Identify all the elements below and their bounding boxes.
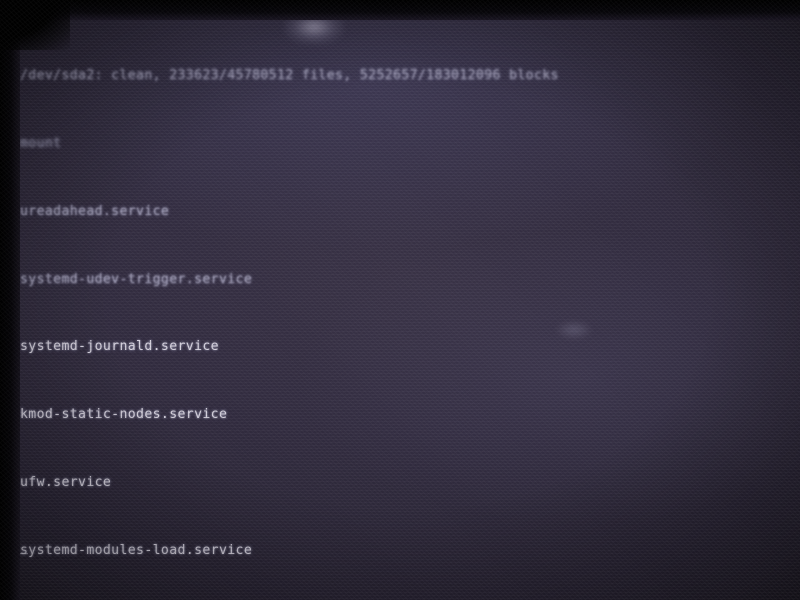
screen-bezel-left <box>0 0 20 600</box>
console-line: kmod-static-nodes.service <box>20 407 228 423</box>
boot-console-screen: /dev/sda2: clean, 233623/45780512 files,… <box>16 16 800 600</box>
console-output: /dev/sda2: clean, 233623/45780512 files,… <box>18 20 800 600</box>
console-line: /dev/sda2: clean, 233623/45780512 files,… <box>20 68 559 84</box>
laptop-screen-photo: /dev/sda2: clean, 233623/45780512 files,… <box>0 0 800 600</box>
console-line: systemd-udev-trigger.service <box>20 271 253 287</box>
console-line: systemd-journald.service <box>20 339 219 355</box>
console-line: mount <box>20 135 62 151</box>
console-cursor: _ <box>20 540 28 555</box>
console-line: systemd-modules-load.service <box>20 542 253 558</box>
screen-bezel-corner <box>0 0 70 50</box>
screen-bezel-top <box>0 0 800 20</box>
console-line: ufw.service <box>20 474 112 490</box>
console-line: ureadahead.service <box>20 203 170 219</box>
